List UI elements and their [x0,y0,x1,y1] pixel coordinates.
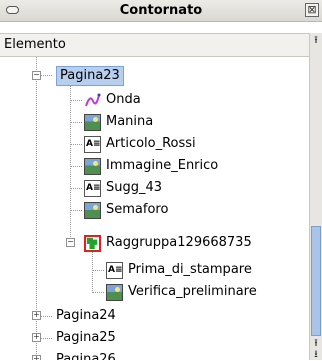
tree-item-label: Articolo_Rossi [106,136,196,151]
tree-item-pagina24[interactable]: + Pagina24 [0,305,309,327]
title-bar: Contornato ⊠ [0,0,322,22]
tree-item-label: Immagine_Enrico [106,158,219,173]
tree-item-prima-di-stampare[interactable]: A≡ Prima_di_stampare [0,259,309,281]
wave-icon [84,92,101,109]
tree-item-label: Prima_di_stampare [128,262,252,277]
tree-item-pagina23[interactable]: − Pagina23 [0,65,309,87]
tree-item-manina[interactable]: Manina [0,111,309,133]
scroll-down-icon[interactable]: ⭳ [310,349,322,361]
column-header-label: Elemento [4,37,66,52]
tree-item-label: Manina [106,114,154,129]
image-icon [106,283,123,301]
group-icon [84,234,101,252]
tree-item-label: Pagina24 [56,308,116,323]
tree-item-label: Pagina25 [56,330,116,345]
scroll-top-icon[interactable]: ⭱ [310,35,322,47]
image-icon [84,113,101,131]
tree-item-label: Semaforo [106,202,169,217]
tree-item-immagine-enrico[interactable]: Immagine_Enrico [0,155,309,177]
tree-item-pagina26[interactable]: + Pagina26 [0,349,309,360]
tree-item-label: Pagina26 [56,352,116,360]
vertical-scrollbar[interactable]: ⭱ ⭱ ⭳ [309,33,322,360]
element-tree: − Pagina23 Onda Manina A≡ Articolo_Rossi… [0,57,309,360]
column-header[interactable]: Elemento [0,33,309,57]
tree-item-semaforo[interactable]: Semaforo [0,199,309,221]
text-icon: A≡ [106,261,123,279]
tree-item-sugg-43[interactable]: A≡ Sugg_43 [0,177,309,199]
tree-item-onda[interactable]: Onda [0,89,309,111]
close-icon[interactable]: ⊠ [305,3,319,17]
scrollbar-thumb[interactable] [311,226,321,336]
tree-item-raggruppa[interactable]: − Raggruppa129668735 [0,232,309,254]
tree-item-label: Verifica_preliminare [128,284,257,299]
text-icon: A≡ [84,179,101,197]
expand-toggle-icon[interactable]: + [32,311,41,320]
collapse-toggle-icon[interactable]: − [66,238,75,247]
tree-item-label: Sugg_43 [106,180,163,195]
expand-toggle-icon[interactable]: + [32,333,41,342]
expand-toggle-icon[interactable]: + [32,355,41,360]
image-icon [84,157,101,175]
collapse-toggle-icon[interactable]: − [32,71,41,80]
tree-item-pagina25[interactable]: + Pagina25 [0,327,309,349]
window-title: Contornato [119,3,203,18]
tree-item-verifica-preliminare[interactable]: Verifica_preliminare [0,281,309,303]
text-icon: A≡ [84,135,101,153]
tree-item-label: Onda [106,92,141,107]
tree-item-label: Pagina23 [56,66,124,86]
tree-item-articolo-rossi[interactable]: A≡ Articolo_Rossi [0,133,309,155]
image-icon [84,201,101,219]
tree-item-label: Raggruppa129668735 [106,235,252,250]
